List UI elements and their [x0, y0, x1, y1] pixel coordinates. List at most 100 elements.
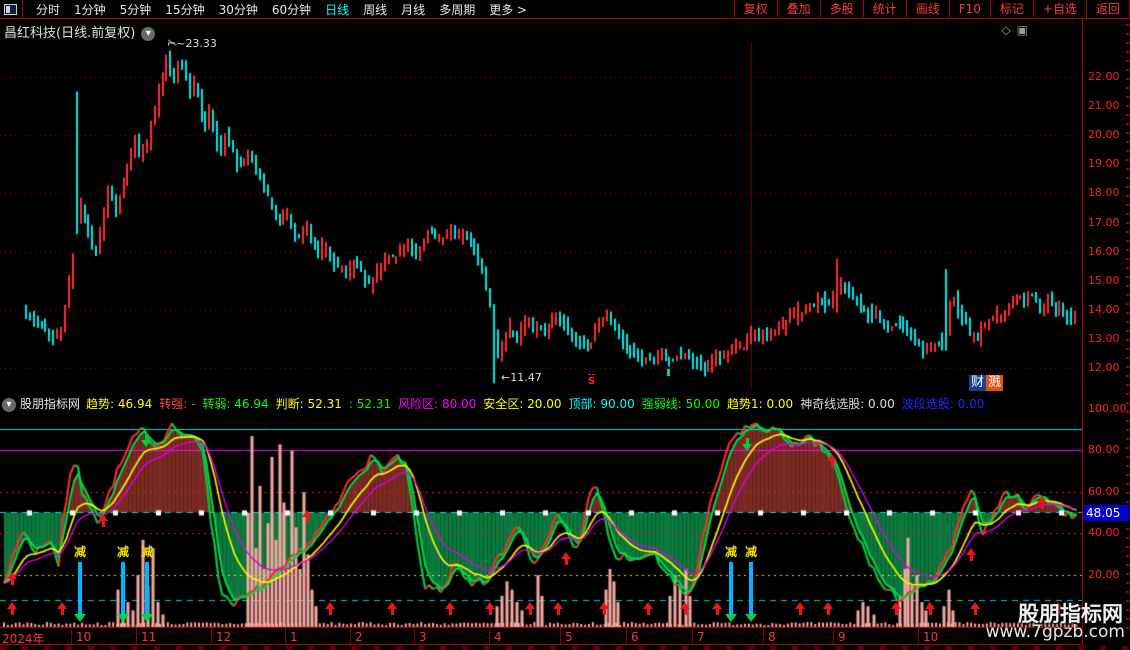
indicator-axis-label: 80.00: [1088, 443, 1120, 457]
indicator-axis-label: 40.00: [1088, 526, 1120, 540]
arrow-stem: [894, 609, 898, 615]
arrow-head: [387, 602, 397, 609]
month-separator: [414, 628, 415, 644]
month-separator: [489, 628, 490, 644]
month-label: 11: [141, 630, 157, 644]
month-separator: [350, 628, 351, 644]
reduce-arrow-head: [141, 614, 153, 622]
chart-corner-icons[interactable]: ◇▣: [1001, 23, 1034, 37]
month-separator: [692, 628, 693, 644]
month-label: 1: [290, 630, 298, 644]
reduce-label: 减: [140, 545, 153, 559]
indicator-header: ▾ 股朋指标网 趋势: 46.94 转强: - 转弱: 46.94 判断: 52.31: …: [0, 395, 1082, 412]
menu-period-6[interactable]: 日线: [318, 1, 356, 18]
arrow-head: [891, 602, 901, 609]
low-price-annotation: ←11.47: [501, 371, 542, 384]
chevron-down-icon[interactable]: ▾: [2, 397, 16, 412]
window-grid-icon[interactable]: [4, 3, 17, 15]
menu-tool-5[interactable]: F10: [948, 0, 990, 19]
peak-down-arrow: [742, 438, 752, 451]
bottom-partial-pane: [0, 646, 1130, 650]
trading-app-window: 分时 1分钟 5分钟 15分钟 30分钟 60分钟 日线 周线 月线 多周期 更多 > 复权 叠加 多股…: [0, 0, 1130, 650]
high-price-annotation: ⌐~23.33: [167, 37, 217, 50]
menu-period-7[interactable]: 周线: [356, 1, 394, 18]
arrow-head: [7, 602, 17, 609]
arrow-head: [553, 602, 563, 609]
buy-up-arrow: [795, 602, 805, 615]
arrow-stem: [10, 579, 14, 585]
candlestick-chart[interactable]: [0, 38, 1082, 392]
arrow-stem: [715, 609, 719, 615]
buy-up-arrow: [525, 602, 535, 615]
buy-up-arrow: [325, 602, 335, 615]
arrow-stem: [683, 609, 687, 615]
indicator-field-5: 风险区: 80.00: [398, 397, 477, 411]
menu-period-0[interactable]: 分时: [29, 1, 67, 18]
month-label: 3: [419, 630, 427, 644]
menu-period-4[interactable]: 30分钟: [212, 1, 265, 18]
menu-tool-8[interactable]: 返回: [1085, 0, 1130, 19]
arrow-head: [643, 602, 653, 609]
indicator-field-10: 神奇线选股: 0.00: [800, 397, 895, 411]
arrow-stem: [830, 461, 834, 467]
arrow-stem: [826, 609, 830, 615]
arrow-head: [325, 602, 335, 609]
indicator-fields: 趋势: 46.94 转强: - 转弱: 46.94 判断: 52.31: 52.31 风…: [86, 397, 991, 411]
price-axis-label: 14.00: [1088, 302, 1120, 316]
time-axis[interactable]: 2024年 10 11 12 1 2 3 4 5 6 7 8 9 10: [0, 627, 1082, 646]
menu-tool-7[interactable]: +自选: [1032, 0, 1086, 19]
price-axis-label: 18.00: [1088, 186, 1120, 200]
reduce-arrow-stem: [121, 562, 125, 614]
menu-period-5[interactable]: 60分钟: [265, 1, 318, 18]
menu-period-2[interactable]: 5分钟: [113, 1, 159, 18]
month-separator: [211, 628, 212, 644]
arrow-stem: [390, 609, 394, 615]
arrow-stem: [528, 609, 532, 615]
month-separator: [626, 628, 627, 644]
menu-tool-4[interactable]: 画线: [905, 0, 949, 19]
price-axis-label: 22.00: [1088, 70, 1120, 83]
month-separator: [71, 628, 72, 644]
arrow-stem: [973, 609, 977, 615]
buy-up-arrow: [827, 454, 837, 467]
indicator-panel[interactable]: [0, 413, 1082, 631]
arrow-stem: [646, 609, 650, 615]
arrow-head: [827, 454, 837, 461]
month-label: 10: [923, 630, 939, 644]
indicator-field-11: 波段选股: 0.00: [901, 397, 985, 411]
buy-up-arrow: [680, 602, 690, 615]
buy-up-arrow: [966, 548, 976, 561]
menu-period-8[interactable]: 月线: [394, 1, 432, 18]
buy-up-arrow: [57, 602, 67, 615]
indicator-field-7: 顶部: 90.00: [568, 397, 635, 411]
arrow-stem: [448, 609, 452, 615]
reduce-arrow-stem: [749, 562, 753, 614]
arrow-head: [823, 602, 833, 609]
diamond-icon: ◇: [1001, 23, 1017, 37]
current-value-tag: 48.05: [1084, 505, 1129, 521]
caijian-logo: 财溅: [969, 375, 1003, 391]
menu-period-10[interactable]: 更多 >: [482, 1, 534, 18]
arrow-head: [742, 444, 752, 451]
arrow-stem: [1040, 503, 1044, 509]
menu-period-9[interactable]: 多周期: [432, 1, 482, 18]
month-label: 10: [76, 630, 92, 644]
arrow-head: [7, 572, 17, 579]
sell-signal-marker: S: [588, 374, 596, 387]
reduce-arrow-stem: [78, 562, 82, 614]
menu-period-3[interactable]: 15分钟: [158, 1, 211, 18]
menu-period-1[interactable]: 1分钟: [67, 1, 113, 18]
reduce-arrow-head: [117, 614, 129, 622]
menu-tool-1[interactable]: 叠加: [776, 0, 820, 19]
indicator-field-6: 安全区: 20.00: [483, 397, 562, 411]
arrow-head: [795, 602, 805, 609]
indicator-field-4: : 52.31: [348, 397, 392, 411]
menu-tool-6[interactable]: 标记: [989, 0, 1033, 19]
indicator-field-0: 趋势: 46.94: [86, 397, 153, 411]
menu-tool-3[interactable]: 统计: [862, 0, 906, 19]
arrow-head: [485, 602, 495, 609]
menu-tool-0[interactable]: 复权: [733, 0, 777, 19]
menu-tool-2[interactable]: 多股: [819, 0, 863, 19]
indicator-field-2: 转弱: 46.94: [202, 397, 269, 411]
arrow-head: [966, 548, 976, 555]
